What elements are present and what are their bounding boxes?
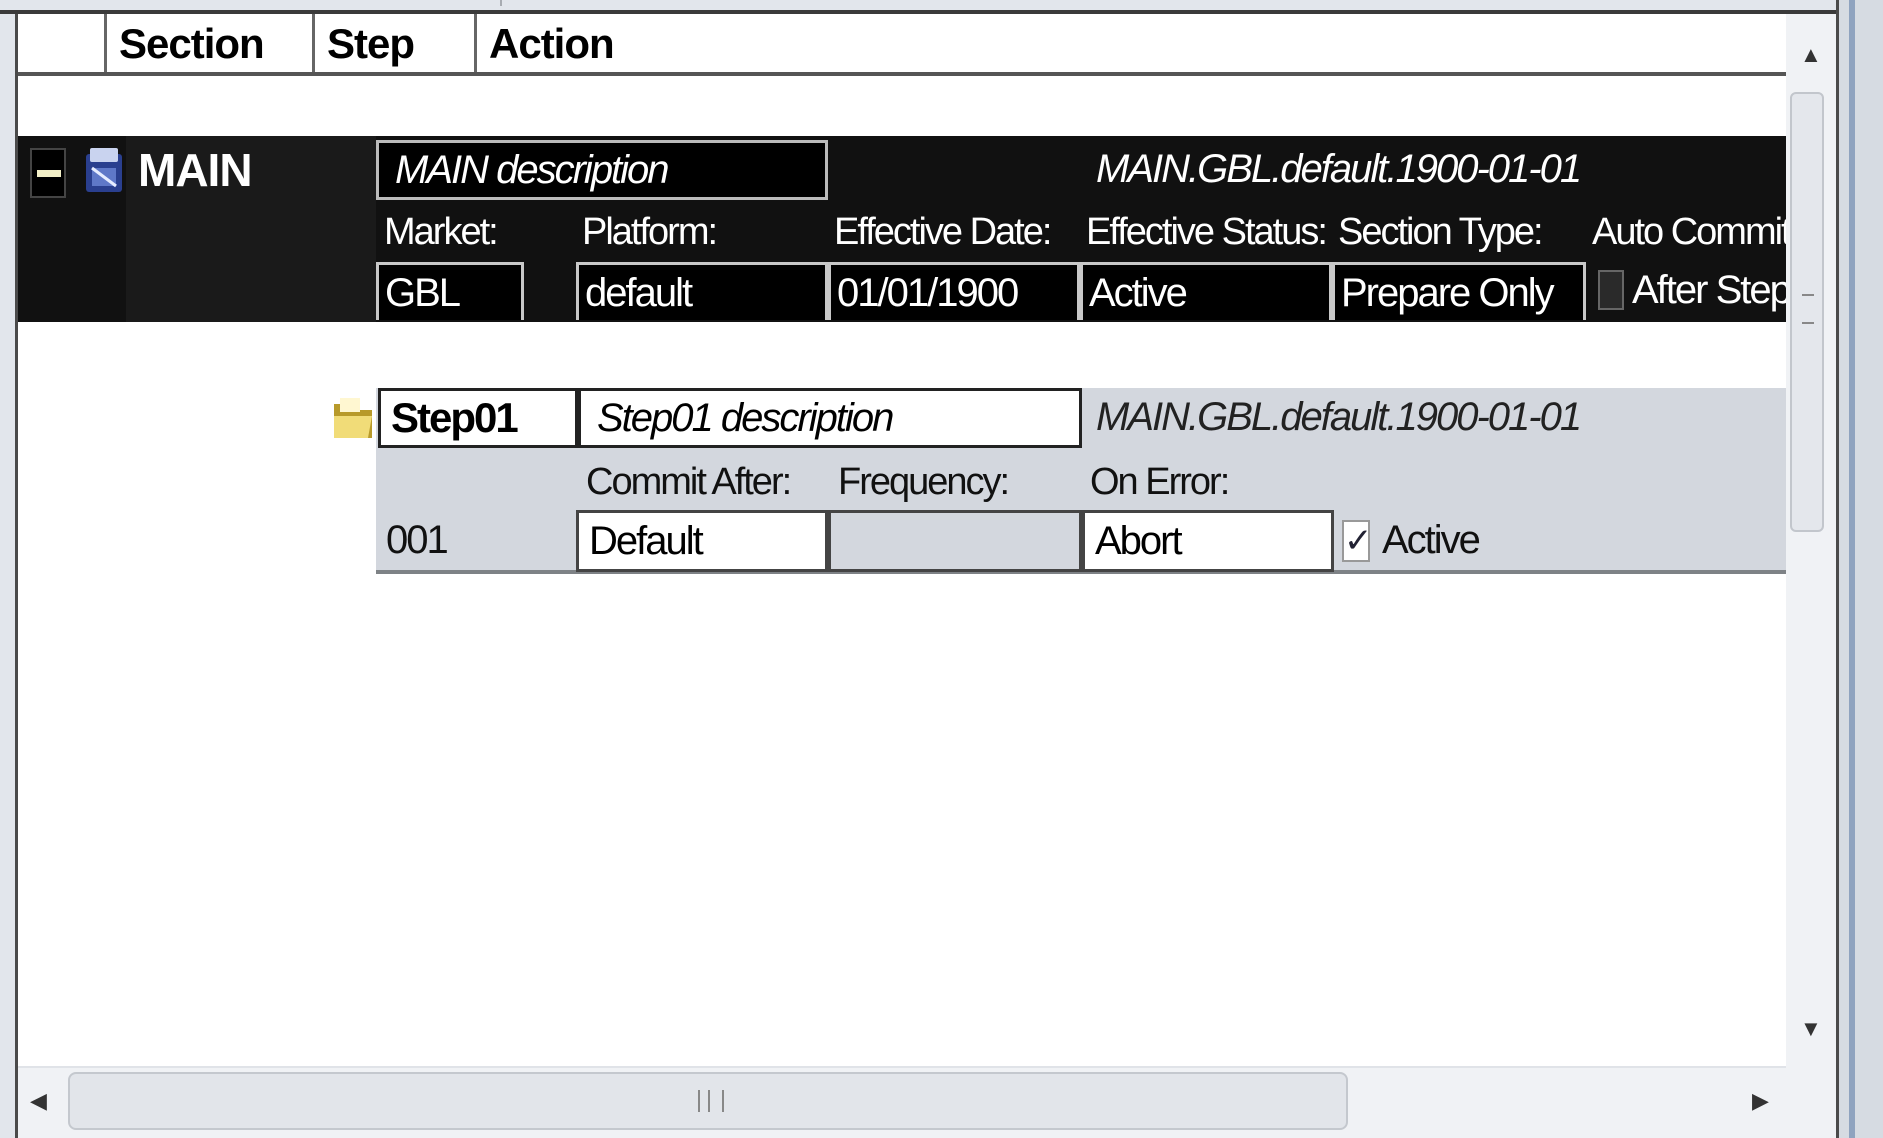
step-summary: MAIN.GBL.default.1900-01-01 [1096, 395, 1582, 439]
scroll-down-icon[interactable]: ▼ [1800, 1018, 1822, 1040]
commit-after-label: Commit After: [586, 461, 792, 503]
section-type-label: Section Type: [1338, 211, 1544, 253]
step-description-field[interactable]: Step01 description [578, 388, 1082, 448]
vertical-scroll-thumb[interactable] [1790, 92, 1824, 532]
window-top-edge [0, 0, 1883, 14]
platform-field[interactable]: default [576, 262, 828, 320]
column-header-action[interactable]: Action [474, 14, 1801, 72]
on-error-field[interactable]: Abort [1082, 510, 1334, 572]
window-border-accent [1849, 0, 1855, 1138]
auto-commit-checkbox[interactable] [1598, 270, 1624, 310]
window-right-edge [1836, 0, 1883, 1138]
grip-icon [1802, 294, 1814, 324]
section-description-field[interactable]: MAIN description [376, 140, 828, 200]
window-left-edge [0, 14, 18, 1138]
effective-status-field[interactable]: Active [1080, 262, 1332, 320]
scroll-left-icon[interactable]: ◀ [30, 1090, 47, 1112]
auto-commit-option-label: After Step [1632, 268, 1792, 312]
scrollbar-corner [1786, 1066, 1836, 1138]
step-number: 001 [386, 518, 449, 562]
column-header-step[interactable]: Step [312, 14, 489, 72]
effective-date-label: Effective Date: [834, 211, 1052, 253]
tab-edge [130, 0, 502, 6]
scroll-up-icon[interactable]: ▲ [1800, 44, 1822, 66]
collapse-icon[interactable] [30, 148, 66, 198]
effective-status-label: Effective Status: [1086, 211, 1328, 253]
market-field[interactable]: GBL [376, 262, 524, 320]
section-name[interactable]: MAIN [138, 140, 253, 200]
platform-label: Platform: [582, 211, 718, 253]
horizontal-scroll-thumb[interactable] [68, 1072, 1348, 1130]
active-checkbox[interactable]: ✓ [1342, 520, 1373, 562]
section-summary: MAIN.GBL.default.1900-01-01 [1096, 147, 1582, 191]
frequency-label: Frequency: [838, 461, 1010, 503]
step-name-field[interactable]: Step01 [378, 388, 578, 448]
column-header: Section Step Action [18, 14, 1786, 76]
effective-date-field[interactable]: 01/01/1900 [828, 262, 1080, 320]
on-error-label: On Error: [1090, 461, 1230, 503]
folder-icon [330, 390, 376, 442]
grip-icon [698, 1090, 724, 1112]
market-label: Market: [384, 211, 499, 253]
commit-after-field[interactable]: Default [576, 510, 828, 572]
active-label: Active [1382, 518, 1481, 562]
column-header-blank[interactable] [18, 14, 116, 72]
section-type-field[interactable]: Prepare Only [1332, 262, 1586, 320]
column-header-section[interactable]: Section [104, 14, 327, 72]
section-icon [82, 144, 126, 196]
scroll-right-icon[interactable]: ▶ [1752, 1090, 1769, 1112]
frequency-field[interactable] [828, 510, 1082, 572]
auto-commit-label: Auto Commit: [1592, 211, 1800, 253]
